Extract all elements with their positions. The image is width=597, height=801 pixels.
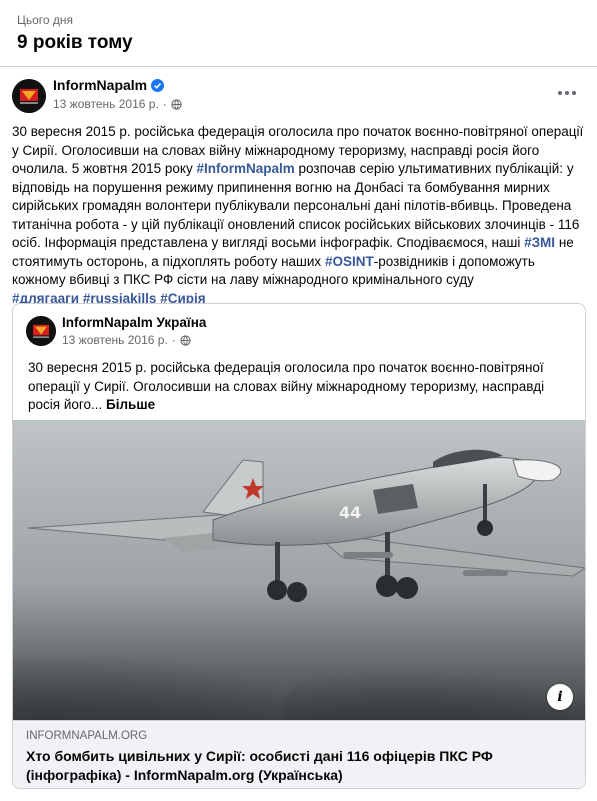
post-date[interactable]: 13 жовтень 2016 р. bbox=[53, 97, 159, 111]
shared-text: 30 вересня 2015 р. російська федерація о… bbox=[28, 359, 573, 415]
fighter-jet-photo: 44 bbox=[13, 420, 585, 720]
meta-separator: · bbox=[171, 333, 176, 347]
shared-post[interactable]: InformNapalm Україна 13 жовтень 2016 р. … bbox=[12, 303, 586, 789]
page-avatar[interactable] bbox=[12, 79, 46, 113]
hashtag-link[interactable]: #ЗМІ bbox=[524, 235, 555, 250]
globe-icon bbox=[171, 98, 182, 110]
link-preview-image[interactable]: 44 i bbox=[13, 420, 585, 720]
more-options-icon[interactable] bbox=[555, 83, 579, 103]
shared-page-avatar[interactable] bbox=[26, 316, 56, 346]
see-more-link[interactable]: Більше bbox=[106, 397, 155, 412]
post-text: 30 вересня 2015 р. російська федерація о… bbox=[12, 123, 584, 308]
globe-icon bbox=[180, 334, 191, 346]
memory-title: 9 років тому bbox=[17, 32, 133, 53]
informnapalm-logo-icon bbox=[12, 79, 46, 113]
memory-card: Цього дня 9 років тому InformNapalm 13 ж… bbox=[0, 0, 597, 801]
jet-side-number: 44 bbox=[339, 503, 361, 522]
link-title[interactable]: Хто бомбить цивільних у Сирії: особисті … bbox=[26, 747, 571, 784]
verified-badge-icon bbox=[151, 78, 165, 92]
post-card: InformNapalm 13 жовтень 2016 р. · 30 вер… bbox=[0, 66, 597, 801]
post-meta: 13 жовтень 2016 р. · bbox=[53, 97, 182, 111]
hashtag-link[interactable]: #OSINT bbox=[325, 254, 374, 269]
hashtag-link[interactable]: #InformNapalm bbox=[197, 161, 295, 176]
shared-date[interactable]: 13 жовтень 2016 р. bbox=[62, 333, 168, 347]
post-author-name[interactable]: InformNapalm bbox=[53, 77, 147, 93]
link-preview-footer[interactable]: INFORMNAPALM.ORG Хто бомбить цивільних у… bbox=[13, 720, 585, 788]
meta-separator: · bbox=[162, 97, 167, 111]
info-icon[interactable]: i bbox=[547, 684, 573, 710]
informnapalm-logo-icon bbox=[26, 316, 56, 346]
post-author[interactable]: InformNapalm bbox=[53, 77, 165, 93]
memory-label: Цього дня bbox=[17, 13, 74, 27]
shared-meta: 13 жовтень 2016 р. · bbox=[62, 333, 191, 347]
link-domain: INFORMNAPALM.ORG bbox=[26, 730, 148, 742]
shared-author[interactable]: InformNapalm Україна bbox=[62, 315, 206, 330]
